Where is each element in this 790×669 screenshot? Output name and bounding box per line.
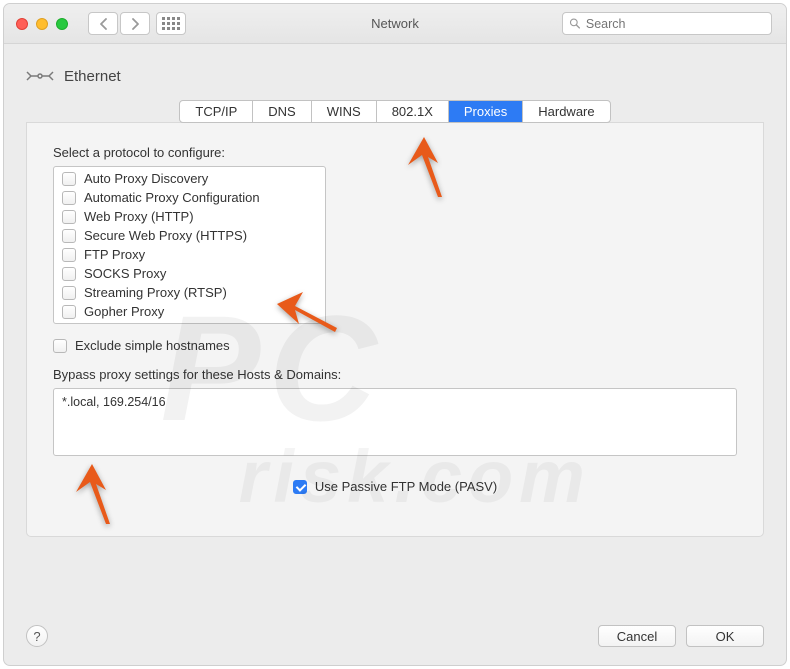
close-icon[interactable]	[16, 18, 28, 30]
protocol-item[interactable]: FTP Proxy	[54, 245, 325, 264]
protocol-label: Secure Web Proxy (HTTPS)	[84, 228, 247, 243]
navigation-buttons	[88, 12, 150, 35]
protocol-item[interactable]: Streaming Proxy (RTSP)	[54, 283, 325, 302]
protocol-label: Streaming Proxy (RTSP)	[84, 285, 227, 300]
pasv-checkbox[interactable]	[293, 480, 307, 494]
window-controls	[16, 18, 68, 30]
protocol-item[interactable]: Automatic Proxy Configuration	[54, 188, 325, 207]
tabs-row: TCP/IPDNSWINS802.1XProxiesHardware	[26, 100, 764, 123]
protocol-item[interactable]: Secure Web Proxy (HTTPS)	[54, 226, 325, 245]
protocol-label: SOCKS Proxy	[84, 266, 166, 281]
protocol-item[interactable]: Web Proxy (HTTP)	[54, 207, 325, 226]
tab-proxies[interactable]: Proxies	[449, 101, 523, 122]
protocol-item[interactable]: Auto Proxy Discovery	[54, 169, 325, 188]
back-button[interactable]	[88, 12, 118, 35]
window-title: Network	[371, 16, 419, 31]
tab-wins[interactable]: WINS	[312, 101, 377, 122]
minimize-icon[interactable]	[36, 18, 48, 30]
protocol-label: Auto Proxy Discovery	[84, 171, 208, 186]
pasv-row[interactable]: Use Passive FTP Mode (PASV)	[53, 479, 737, 508]
proxies-panel: Select a protocol to configure: Auto Pro…	[26, 122, 764, 537]
protocol-checkbox[interactable]	[62, 286, 76, 300]
titlebar: Network	[4, 4, 786, 44]
help-button[interactable]: ?	[26, 625, 48, 647]
window-frame: Network Ethernet TCP/IPDNSWINS802.1XProx…	[3, 3, 787, 666]
search-input[interactable]	[586, 17, 765, 31]
protocol-select-label: Select a protocol to configure:	[53, 145, 737, 160]
tabs-segmented-control: TCP/IPDNSWINS802.1XProxiesHardware	[179, 100, 610, 123]
pasv-label: Use Passive FTP Mode (PASV)	[315, 479, 497, 494]
protocol-label: FTP Proxy	[84, 247, 145, 262]
protocol-checkbox[interactable]	[62, 248, 76, 262]
maximize-icon[interactable]	[56, 18, 68, 30]
protocol-checkbox[interactable]	[62, 172, 76, 186]
ethernet-icon	[26, 62, 54, 90]
forward-button[interactable]	[120, 12, 150, 35]
bypass-hosts-textarea[interactable]	[53, 388, 737, 456]
protocol-checkbox[interactable]	[62, 210, 76, 224]
content-area: Ethernet TCP/IPDNSWINS802.1XProxiesHardw…	[4, 44, 786, 555]
protocol-checkbox[interactable]	[62, 229, 76, 243]
interface-header: Ethernet	[26, 62, 764, 90]
tab-dns[interactable]: DNS	[253, 101, 311, 122]
search-field[interactable]	[562, 12, 772, 35]
interface-title: Ethernet	[64, 68, 121, 85]
protocol-checkbox[interactable]	[62, 267, 76, 281]
protocol-item[interactable]: SOCKS Proxy	[54, 264, 325, 283]
protocol-checkbox[interactable]	[62, 191, 76, 205]
bypass-label: Bypass proxy settings for these Hosts & …	[53, 367, 737, 382]
exclude-simple-hostnames-row[interactable]: Exclude simple hostnames	[53, 338, 737, 353]
show-all-button[interactable]	[156, 12, 186, 35]
ok-button[interactable]: OK	[686, 625, 764, 647]
protocol-label: Web Proxy (HTTP)	[84, 209, 194, 224]
exclude-simple-label: Exclude simple hostnames	[75, 338, 230, 353]
cancel-button[interactable]: Cancel	[598, 625, 676, 647]
protocol-label: Automatic Proxy Configuration	[84, 190, 260, 205]
tab-hardware[interactable]: Hardware	[523, 101, 609, 122]
tab-tcpip[interactable]: TCP/IP	[180, 101, 253, 122]
protocol-label: Gopher Proxy	[84, 304, 164, 319]
footer: ? Cancel OK	[26, 625, 764, 647]
exclude-simple-checkbox[interactable]	[53, 339, 67, 353]
tab-8021x[interactable]: 802.1X	[377, 101, 449, 122]
protocol-checkbox[interactable]	[62, 305, 76, 319]
search-icon	[569, 17, 581, 30]
protocol-list[interactable]: Auto Proxy Discovery Automatic Proxy Conf…	[53, 166, 326, 324]
protocol-item[interactable]: Gopher Proxy	[54, 302, 325, 321]
